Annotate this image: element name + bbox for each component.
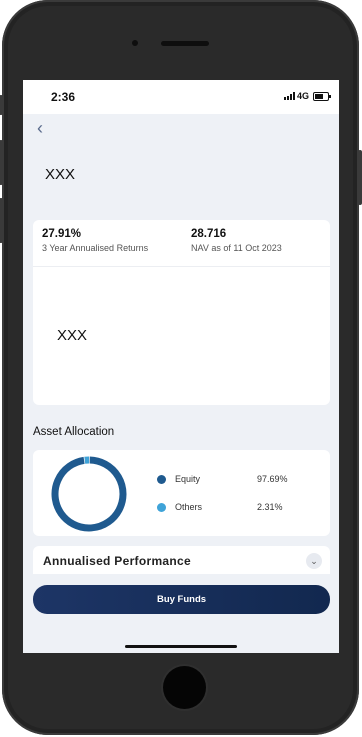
legend-percent-others: 2.31% <box>257 502 283 512</box>
front-camera <box>132 40 138 46</box>
returns-stat: 27.91% 3 Year Annualised Returns <box>42 228 148 253</box>
volume-up-button <box>0 140 3 185</box>
volume-down-button <box>0 198 3 243</box>
allocation-donut-chart <box>51 456 127 532</box>
legend-others: Others 2.31% <box>157 502 283 512</box>
mute-switch <box>0 95 3 115</box>
network-type: 4G <box>296 91 309 101</box>
battery-icon <box>313 92 331 101</box>
home-indicator <box>125 645 237 648</box>
app-screen: 2:36 4G ‹ XXX 27.91% 3 Year Annualised R… <box>23 80 339 653</box>
asset-allocation-card: Equity 97.69% Others 2.31% <box>33 450 330 536</box>
chevron-down-icon[interactable]: ⌄ <box>306 553 322 569</box>
earpiece-speaker <box>161 41 209 46</box>
status-bar: 2:36 4G <box>23 80 339 114</box>
legend-equity: Equity 97.69% <box>157 474 288 484</box>
returns-value: 27.91% <box>42 228 82 240</box>
legend-dot-others <box>157 502 166 512</box>
signal-icon <box>284 92 295 100</box>
power-button <box>358 150 362 205</box>
nav-label: NAV as of 11 Oct 2023 <box>191 243 282 253</box>
donut-slice-equity <box>51 456 127 532</box>
legend-label-others: Others <box>175 502 203 512</box>
buy-funds-button[interactable]: Buy Funds <box>33 585 330 614</box>
legend-label-equity: Equity <box>175 474 201 484</box>
fund-header: ‹ XXX <box>23 114 339 214</box>
chart-placeholder-text: XXX <box>57 327 88 344</box>
legend-dot-equity <box>157 474 166 484</box>
legend-percent-equity: 97.69% <box>257 474 288 484</box>
annualised-performance-section[interactable]: Annualised Performance ⌄ <box>33 546 330 574</box>
nav-value: 28.716 <box>191 228 227 240</box>
performance-title: Annualised Performance <box>43 554 191 568</box>
returns-label: 3 Year Annualised Returns <box>42 243 149 253</box>
fund-name: XXX <box>45 166 76 183</box>
nav-stat: 28.716 NAV as of 11 Oct 2023 <box>191 228 282 253</box>
home-button[interactable] <box>163 666 206 709</box>
asset-allocation-title: Asset Allocation <box>33 426 115 438</box>
chevron-left-icon[interactable]: ‹ <box>37 118 43 139</box>
fund-summary-card: 27.91% 3 Year Annualised Returns 28.716 … <box>33 220 330 405</box>
status-time: 2:36 <box>51 90 76 104</box>
card-divider <box>33 266 330 267</box>
